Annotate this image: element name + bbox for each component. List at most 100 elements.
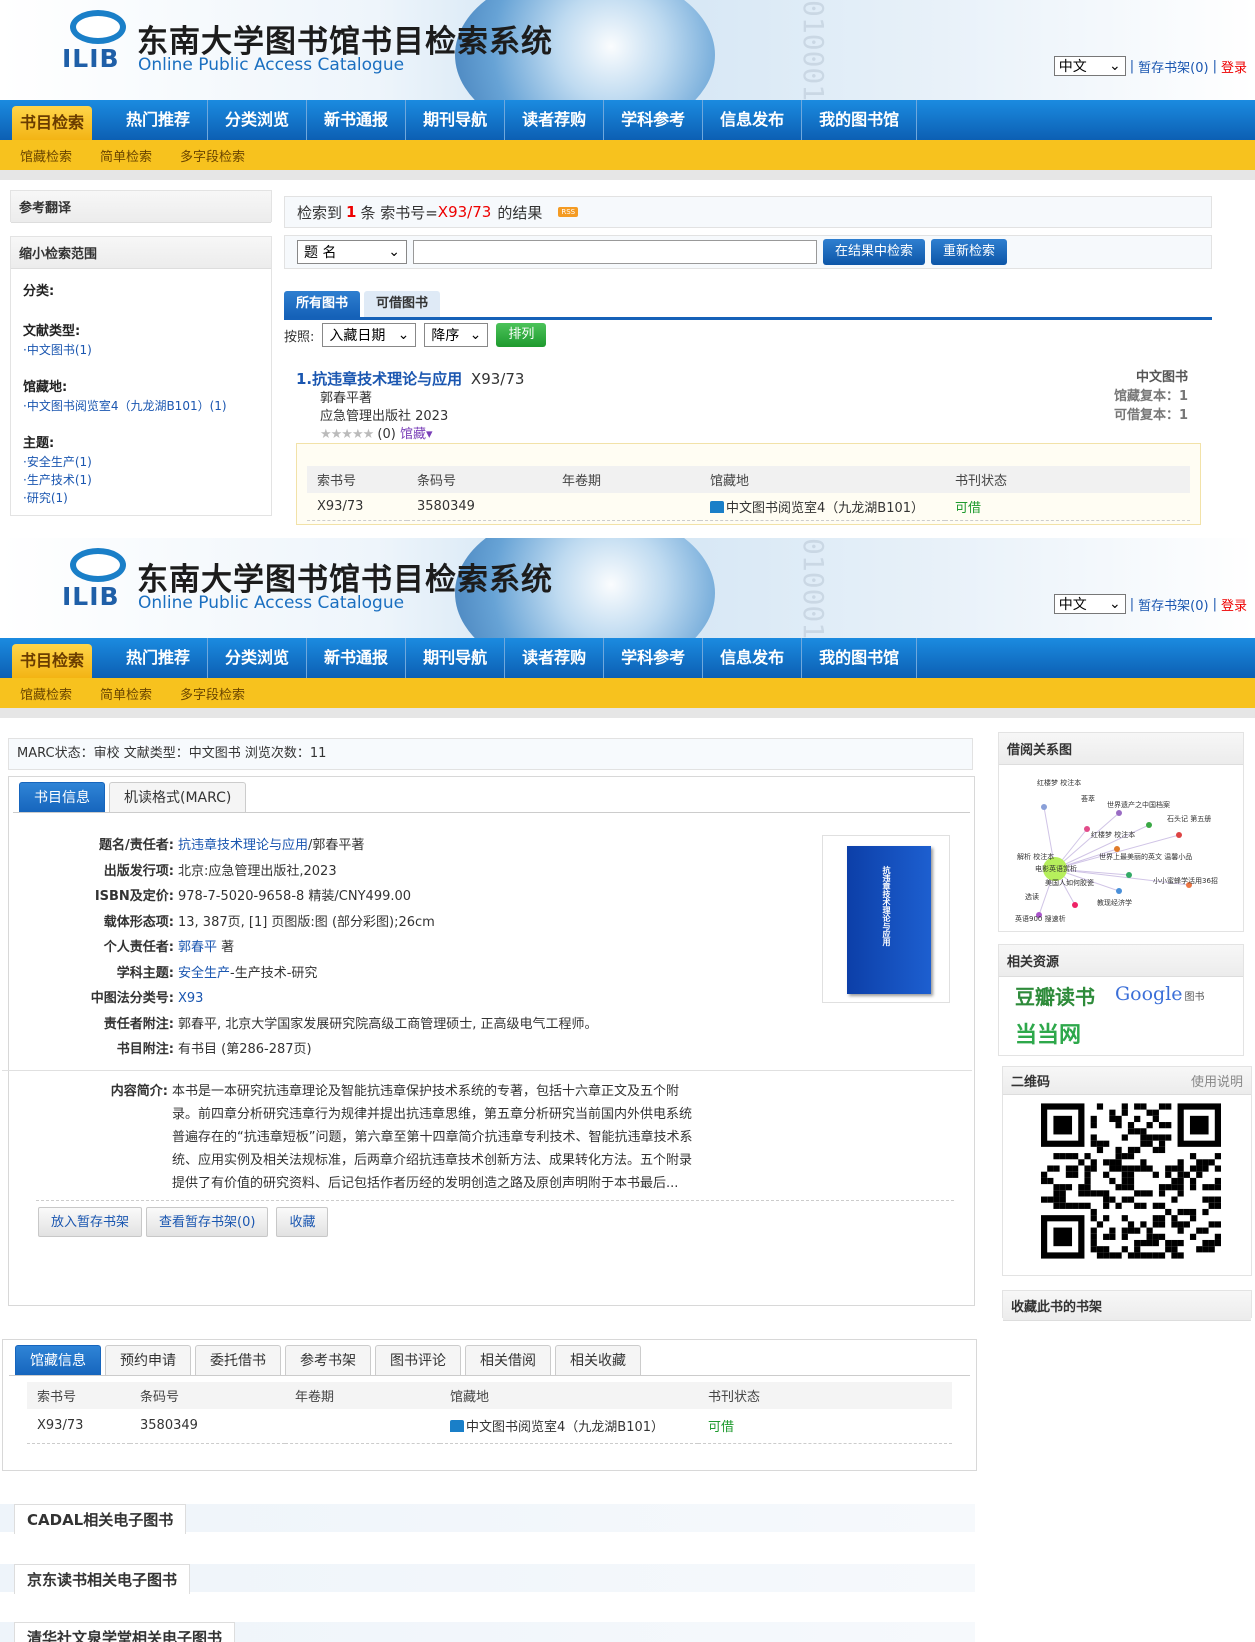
cell-location: 中文图书阅览室4（九龙湖B101） [700, 493, 945, 521]
title-link[interactable]: 抗违章技术理论与应用 [178, 838, 308, 853]
panel-title: 收藏此书的书架 [1003, 1291, 1251, 1321]
tab-reviews[interactable]: 图书评论 [375, 1345, 461, 1375]
login-link[interactable]: 登录 [1221, 57, 1247, 76]
field-row: 出版发行项: 北京:应急管理出版社,2023 [8, 859, 598, 885]
facet-item[interactable]: ·中文图书(1) [23, 341, 259, 359]
nav-item-journals[interactable]: 期刊导航 [406, 638, 506, 678]
tab-reserve[interactable]: 预约申请 [105, 1345, 191, 1375]
nav-item-browse[interactable]: 分类浏览 [208, 638, 308, 678]
facet-item[interactable]: ·安全生产(1) [23, 453, 259, 471]
graph-node[interactable] [1114, 846, 1120, 852]
narrow-panel: 缩小检索范围 分类: 文献类型: ·中文图书(1) 馆藏地: ·中文图书阅览室4… [10, 236, 272, 516]
language-select[interactable]: 中文 ⌄ [1053, 56, 1126, 76]
graph-node[interactable] [1084, 826, 1090, 832]
tab-related-favs[interactable]: 相关收藏 [555, 1345, 641, 1375]
clc-link[interactable]: X93 [178, 986, 203, 1012]
graph-node[interactable] [1176, 832, 1182, 838]
graph-node[interactable] [1116, 888, 1122, 894]
field-select[interactable]: 题 名 ⌄ [297, 240, 407, 264]
graph-node[interactable] [1116, 810, 1122, 816]
search-input[interactable] [413, 240, 817, 264]
rating-row: ★★★★★ (0) 馆藏▾ [320, 426, 448, 444]
facet-item[interactable]: ·生产技术(1) [23, 471, 259, 489]
tab-bib-info[interactable]: 书目信息 [19, 782, 105, 812]
graph-node[interactable] [1126, 872, 1132, 878]
nav-item-news[interactable]: 信息发布 [703, 100, 803, 140]
person-link[interactable]: 郭春平 [178, 940, 217, 955]
book-cover-image: 抗违章技术理论与应用 [847, 846, 931, 994]
dangdang-link[interactable]: 当当网 [1015, 1017, 1081, 1049]
cell-callno: X93/73 [307, 493, 407, 521]
field-value: 郭春平, 北京大学国家发展研究院高级工商管理硕士, 正高级电气工程师。 [178, 1016, 598, 1032]
google-books-link[interactable]: Google 图书 [1115, 983, 1205, 1005]
facet-label: 馆藏地: [23, 380, 68, 395]
add-to-shelf-button[interactable]: 放入暂存书架 [38, 1207, 143, 1237]
rss-icon[interactable]: RSS [558, 207, 579, 217]
subnav-simple-search[interactable]: 简单检索 [100, 146, 152, 165]
nav-item-browse[interactable]: 分类浏览 [208, 100, 308, 140]
facet-item[interactable]: ·中文图书阅览室4（九龙湖B101）(1) [23, 397, 259, 415]
field-value: 有书目 (第286-287页) [178, 1042, 312, 1057]
temp-shelf-link[interactable]: 暂存书架(0) [1138, 57, 1208, 76]
graph-node[interactable] [1146, 822, 1152, 828]
sort-order-select[interactable]: 降序 ⌄ [424, 323, 489, 347]
field-key: 学科主题: [116, 965, 174, 981]
temp-shelf-link[interactable]: 暂存书架(0) [1138, 595, 1208, 614]
subnav-multi-search[interactable]: 多字段检索 [180, 684, 245, 703]
language-select[interactable]: 中文 ⌄ [1053, 594, 1126, 614]
table-header: 索书号 条码号 年卷期 馆藏地 书刊状态 [307, 466, 1190, 493]
panel-title-text: 借阅关系图 [1007, 743, 1073, 758]
nav-item-hot[interactable]: 热门推荐 [109, 638, 209, 678]
tab-related-loans[interactable]: 相关借阅 [465, 1345, 551, 1375]
nav-item-mylib[interactable]: 我的图书馆 [802, 100, 918, 140]
subnav-holding-search[interactable]: 馆藏检索 [20, 684, 72, 703]
nav-item-journals[interactable]: 期刊导航 [406, 100, 506, 140]
sort-field-select[interactable]: 入藏日期 ⌄ [322, 323, 417, 347]
favorite-button[interactable]: 收藏 [276, 1207, 329, 1237]
nav-item-news[interactable]: 信息发布 [703, 638, 803, 678]
nav-item-subject[interactable]: 学科参考 [604, 638, 704, 678]
nav-item-mylib[interactable]: 我的图书馆 [802, 638, 918, 678]
view-shelf-button[interactable]: 查看暂存书架(0) [146, 1207, 269, 1237]
nav-item-search[interactable]: 书目检索 [12, 644, 93, 678]
tab-holdings[interactable]: 馆藏信息 [15, 1345, 101, 1375]
tab-all-books[interactable]: 所有图书 [284, 291, 361, 317]
subject-link[interactable]: 安全生产 [178, 966, 230, 981]
nav-item-newbooks[interactable]: 新书通报 [307, 100, 407, 140]
nav-item-recommend[interactable]: 读者荐购 [505, 100, 605, 140]
nav-item-hot[interactable]: 热门推荐 [109, 100, 209, 140]
loan-relation-graph[interactable]: 红楼梦 校注本 荟萃 世界遗产之中国档案 石头记 第五册 红楼梦 校注本 解析 … [999, 765, 1243, 931]
login-link[interactable]: 登录 [1221, 595, 1247, 614]
speech-bubble-icon [70, 548, 126, 582]
facet-item[interactable]: ·研究(1) [23, 489, 259, 507]
tab-available-books[interactable]: 可借图书 [364, 291, 441, 317]
qrcode-panel: 二维码 使用说明 [1002, 1066, 1252, 1276]
abstract-key: 内容简介: [110, 1084, 168, 1099]
result-title-link[interactable]: 1.抗违章技术理论与应用 [296, 370, 462, 388]
tab-ref-shelf[interactable]: 参考书架 [285, 1345, 371, 1375]
holdings-toggle-link[interactable]: 馆藏 [400, 427, 426, 442]
nav-item-recommend[interactable]: 读者荐购 [505, 638, 605, 678]
nav-item-search[interactable]: 书目检索 [12, 106, 93, 140]
sort-label: 按照: [284, 329, 315, 345]
subnav-simple-search[interactable]: 简单检索 [100, 684, 152, 703]
abstract-line: 普遍存在的“抗违章短板”问题，第六章至第十四章简介抗违章专利技术、智能抗违章技术… [172, 1130, 693, 1145]
sort-button[interactable]: 排列 [496, 323, 547, 347]
subnav-holding-search[interactable]: 馆藏检索 [20, 146, 72, 165]
douban-link[interactable]: 豆瓣读书 [1015, 981, 1095, 1010]
graph-node[interactable] [1072, 902, 1078, 908]
graph-node[interactable] [1041, 804, 1047, 810]
search-within-button[interactable]: 在结果中检索 [823, 239, 926, 265]
nav-item-newbooks[interactable]: 新书通报 [307, 638, 407, 678]
tab-marc[interactable]: 机读格式(MARC) [109, 782, 247, 812]
result-middle: 条 索书号= [360, 203, 438, 222]
new-search-button[interactable]: 重新检索 [931, 239, 1008, 265]
nav-item-subject[interactable]: 学科参考 [604, 100, 704, 140]
cell-volume [552, 493, 700, 521]
tab-delegate[interactable]: 委托借书 [195, 1345, 281, 1375]
graph-label: 电影英语赏析 [1035, 864, 1077, 873]
cell-barcode: 3580349 [407, 493, 552, 521]
subnav-multi-search[interactable]: 多字段检索 [180, 146, 245, 165]
star-rating-icon: ★★★★★ [320, 427, 374, 442]
qr-help-link[interactable]: 使用说明 [1191, 1071, 1243, 1090]
